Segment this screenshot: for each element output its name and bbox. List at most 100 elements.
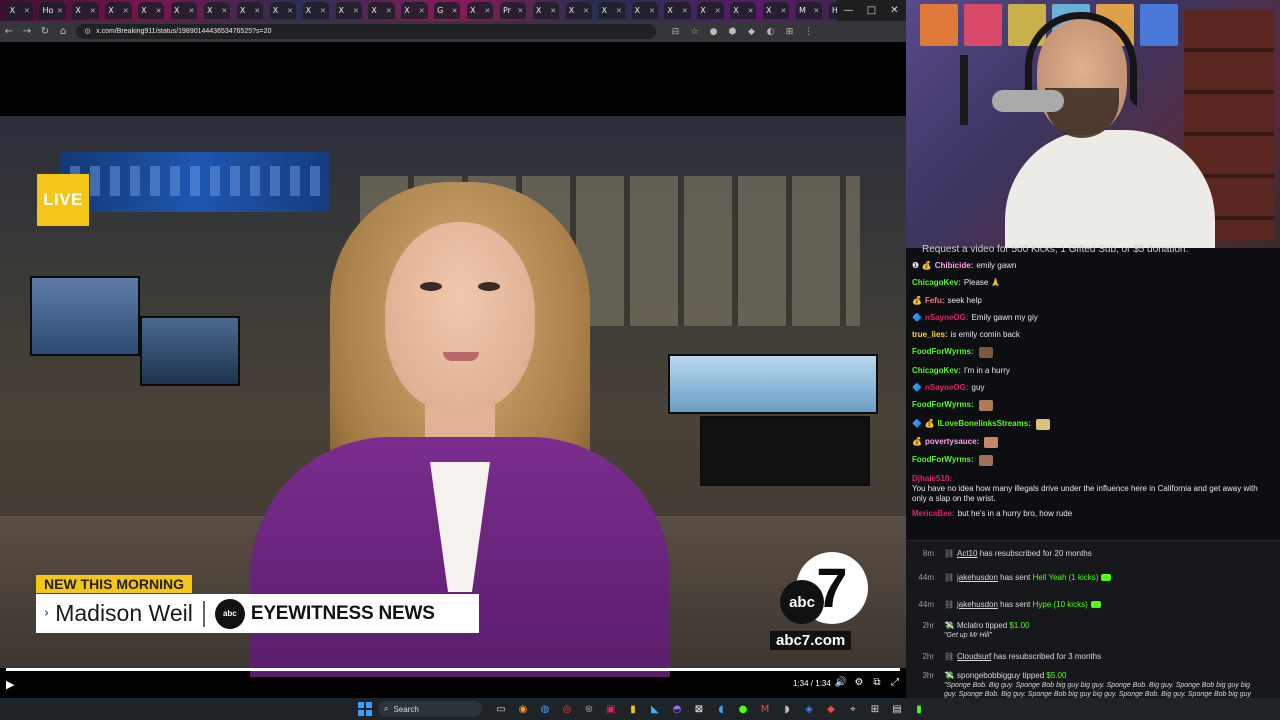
event-username[interactable]: spongebobbigguy xyxy=(957,671,1020,680)
tab-close-icon[interactable]: ✕ xyxy=(682,7,688,15)
browser-tab[interactable]: X✕ xyxy=(697,2,724,19)
taskbar-app-icon[interactable]: ◓ xyxy=(666,701,688,717)
browser-tab[interactable]: X✕ xyxy=(368,2,395,19)
browser-tab[interactable]: X✕ xyxy=(565,2,593,19)
browser-tab[interactable]: Pr ✕ xyxy=(499,2,527,19)
event-username[interactable]: jakehusdon xyxy=(957,600,998,609)
extension-icon[interactable]: ⋮ xyxy=(799,27,818,37)
taskbar-app-icon[interactable]: ⌖ xyxy=(842,701,864,717)
tab-close-icon[interactable]: ✕ xyxy=(715,7,721,15)
tab-close-icon[interactable]: ✕ xyxy=(484,7,490,15)
browser-tab[interactable]: X✕ xyxy=(269,2,297,19)
tab-close-icon[interactable]: ✕ xyxy=(156,7,162,15)
chat-username[interactable]: povertysauce: xyxy=(925,437,979,447)
taskbar-app-icon[interactable]: ◣ xyxy=(644,701,666,717)
video-player[interactable]: LIVE NEW THIS MORNING › Madison Weil abc… xyxy=(0,42,906,698)
browser-tab[interactable]: X✕ xyxy=(664,2,691,19)
taskbar-app-icon[interactable]: ▤ xyxy=(886,701,908,717)
tab-close-icon[interactable]: ✕ xyxy=(616,7,622,15)
chat-username[interactable]: FoodForWyrms: xyxy=(912,455,974,465)
browser-tab[interactable]: X✕ xyxy=(203,2,231,19)
taskbar-app-icon[interactable]: ▣ xyxy=(600,701,622,717)
extension-icon[interactable]: ⊞ xyxy=(780,27,799,37)
browser-tab[interactable]: X✕ xyxy=(72,2,99,19)
browser-tab[interactable]: X✕ xyxy=(532,2,560,19)
tab-close-icon[interactable]: ✕ xyxy=(90,7,96,15)
browser-tab[interactable]: X✕ xyxy=(236,2,264,19)
extension-icon[interactable]: ● xyxy=(704,27,723,37)
browser-tab[interactable]: X✕ xyxy=(631,2,658,19)
browser-tab[interactable]: M ✕ xyxy=(795,2,823,19)
taskbar-app-icon[interactable]: ◍ xyxy=(534,701,556,717)
browser-tab[interactable]: Ho✕ xyxy=(39,2,66,19)
browser-tab[interactable]: X✕ xyxy=(302,2,329,19)
windows-start-icon[interactable] xyxy=(358,702,372,716)
event-username[interactable]: jakehusdon xyxy=(957,573,998,582)
maximize-button[interactable]: □ xyxy=(860,0,883,21)
chat-username[interactable]: nSayneOG: xyxy=(925,313,969,323)
play-icon[interactable]: ▶ xyxy=(6,678,14,691)
taskbar-app-icon[interactable]: ◎ xyxy=(556,701,578,717)
tab-close-icon[interactable]: ✕ xyxy=(748,7,754,15)
chat-username[interactable]: Fefu: xyxy=(925,296,945,306)
pip-icon[interactable]: ⧉ xyxy=(868,677,886,688)
fullscreen-icon[interactable]: ⤢ xyxy=(886,677,904,688)
taskbar-app-icon[interactable]: ⊠ xyxy=(688,701,710,717)
settings-icon[interactable]: ⚙ xyxy=(850,677,868,688)
browser-tab[interactable]: X✕ xyxy=(401,2,428,19)
event-username[interactable]: Cloudsurf xyxy=(957,652,991,661)
browser-tab[interactable]: X✕ xyxy=(335,2,362,19)
tab-close-icon[interactable]: ✕ xyxy=(419,7,425,15)
chat-username[interactable]: true_lies: xyxy=(912,330,948,340)
tab-close-icon[interactable]: ✕ xyxy=(320,7,326,15)
home-button[interactable]: ⌂ xyxy=(54,26,72,37)
chat-username[interactable]: Djhale510: xyxy=(912,474,952,484)
taskbar-search[interactable]: ⌕ Search xyxy=(378,701,482,717)
tab-close-icon[interactable]: ✕ xyxy=(583,7,589,15)
tab-close-icon[interactable]: ✕ xyxy=(188,7,194,15)
taskbar-app-icon[interactable]: ● xyxy=(732,701,754,717)
taskbar-app-icon[interactable]: ◖ xyxy=(710,701,732,717)
browser-tab[interactable]: X✕ xyxy=(598,2,625,19)
tab-close-icon[interactable]: ✕ xyxy=(353,7,359,15)
browser-tab[interactable]: G ✕ xyxy=(434,2,461,19)
chat-username[interactable]: MericaBee: xyxy=(912,509,955,519)
minimize-button[interactable]: — xyxy=(837,0,860,21)
chat-username[interactable]: ILoveBonelinksStreams: xyxy=(937,419,1030,429)
tab-close-icon[interactable]: ✕ xyxy=(287,7,293,15)
close-window-button[interactable]: ✕ xyxy=(883,0,906,21)
taskbar-app-icon[interactable]: M xyxy=(754,701,776,717)
event-username[interactable]: Mclatro xyxy=(957,621,983,630)
chat-username[interactable]: FoodForWyrms: xyxy=(912,400,974,410)
tab-close-icon[interactable]: ✕ xyxy=(649,7,655,15)
volume-icon[interactable]: 🔊 xyxy=(832,677,850,688)
taskbar-app-icon[interactable]: ◉ xyxy=(512,701,534,717)
extension-icon[interactable]: ⬢ xyxy=(723,27,742,37)
extension-icon[interactable]: ◆ xyxy=(742,27,761,37)
taskbar-app-icon[interactable]: ▮ xyxy=(908,701,930,717)
browser-tab[interactable]: X✕ xyxy=(730,2,757,19)
browser-tab[interactable]: X✕ xyxy=(467,2,494,19)
taskbar-app-icon[interactable]: ◆ xyxy=(820,701,842,717)
tab-close-icon[interactable]: ✕ xyxy=(386,7,392,15)
taskbar-app-icon[interactable]: ◗ xyxy=(776,701,798,717)
site-info-icon[interactable]: ⚙ xyxy=(84,27,91,36)
extension-icon[interactable]: ⊟ xyxy=(666,27,685,37)
taskbar-app-icon[interactable]: ▭ xyxy=(490,701,512,717)
browser-tab[interactable]: X✕ xyxy=(763,2,790,19)
back-button[interactable]: ← xyxy=(0,26,18,37)
taskbar-app-icon[interactable]: ▮ xyxy=(622,701,644,717)
forward-button[interactable]: → xyxy=(18,26,36,37)
tab-close-icon[interactable]: ✕ xyxy=(813,7,819,15)
tab-close-icon[interactable]: ✕ xyxy=(254,7,260,15)
taskbar-app-icon[interactable]: ⊞ xyxy=(864,701,886,717)
browser-tab[interactable]: X✕ xyxy=(6,2,33,19)
event-username[interactable]: Act10 xyxy=(957,549,977,558)
address-bar[interactable]: ⚙ x.com/Breaking911/status/1989014443653… xyxy=(76,24,656,39)
taskbar-app-icon[interactable]: ⊛ xyxy=(578,701,600,717)
taskbar-app-icon[interactable]: ◈ xyxy=(798,701,820,717)
reload-button[interactable]: ↻ xyxy=(36,26,54,37)
browser-tab[interactable]: X✕ xyxy=(138,2,165,19)
tab-close-icon[interactable]: ✕ xyxy=(781,7,787,15)
tab-close-icon[interactable]: ✕ xyxy=(57,7,63,15)
